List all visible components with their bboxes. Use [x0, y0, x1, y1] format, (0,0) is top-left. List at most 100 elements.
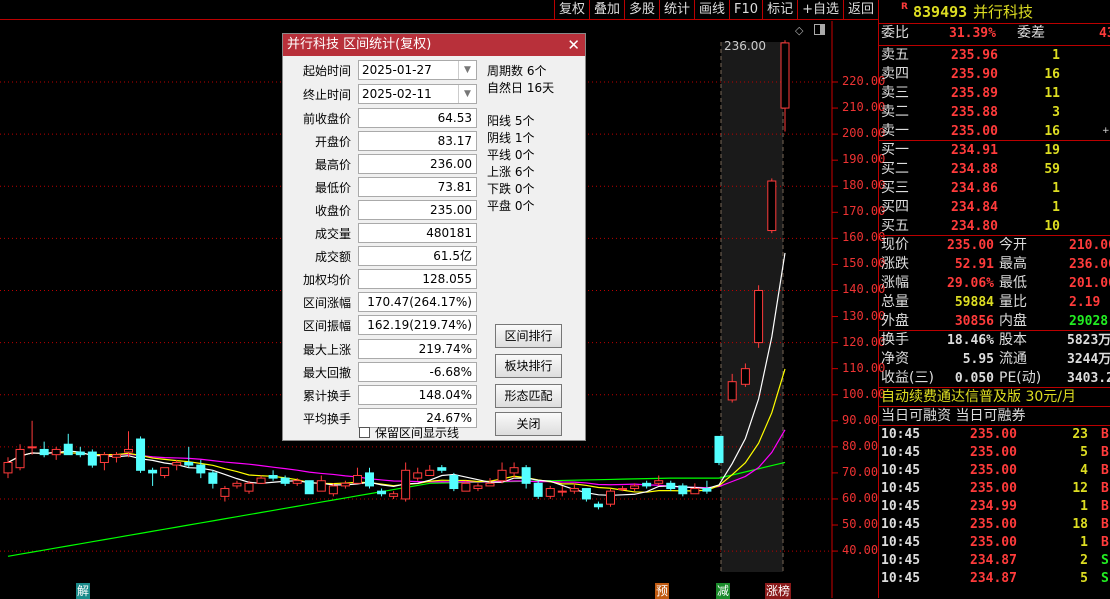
date-select[interactable]: 2025-02-11 ▼ — [358, 84, 477, 104]
candle-up[interactable] — [15, 448, 25, 469]
candle-down[interactable] — [63, 443, 73, 456]
event-marker[interactable]: 预 — [655, 583, 670, 599]
event-marker[interactable]: 涨榜 — [765, 583, 792, 599]
candle-up[interactable] — [754, 289, 764, 344]
toolbar-button[interactable]: 叠加 — [588, 0, 624, 20]
candle-up[interactable] — [485, 482, 495, 487]
candle-up[interactable] — [654, 480, 664, 484]
candle-down[interactable] — [593, 503, 603, 508]
candle-down[interactable] — [87, 451, 97, 466]
candle-count-info: 阳线 5个 — [487, 114, 535, 128]
stat-label: 最低价 — [314, 181, 351, 195]
candle-down[interactable] — [521, 467, 531, 484]
candle-up[interactable] — [767, 180, 777, 232]
candle-up[interactable] — [232, 482, 242, 487]
candle-down[interactable] — [208, 472, 218, 484]
candle-up[interactable] — [509, 467, 519, 474]
toolbar-button[interactable]: 返回 — [842, 0, 878, 20]
candle-down[interactable] — [280, 477, 290, 484]
candle-down[interactable] — [714, 435, 724, 463]
stat-label: 平均换手 — [302, 412, 351, 426]
event-marker[interactable]: 解 — [76, 583, 91, 599]
candle-up[interactable] — [606, 490, 615, 505]
candle-down[interactable] — [678, 485, 688, 495]
date-select[interactable]: 2025-01-27 ▼ — [358, 60, 477, 80]
candle-down[interactable] — [184, 461, 194, 466]
candle-up[interactable] — [256, 477, 266, 484]
candle-up[interactable] — [545, 488, 555, 497]
dropdown-arrow-icon[interactable]: ▼ — [458, 61, 476, 79]
candle-down[interactable] — [377, 490, 387, 495]
candle-down[interactable] — [666, 482, 676, 490]
candle-up[interactable] — [569, 488, 579, 492]
candle-down[interactable] — [268, 475, 278, 479]
event-marker[interactable]: 减 — [716, 583, 731, 599]
candle-up[interactable] — [389, 493, 399, 497]
dialog-button[interactable]: 形态匹配 — [495, 384, 562, 408]
candle-down[interactable] — [449, 475, 459, 490]
candle-up[interactable] — [3, 461, 13, 474]
candle-up[interactable] — [111, 454, 121, 458]
candle-up[interactable] — [124, 448, 133, 453]
candle-up[interactable] — [328, 485, 338, 495]
dialog-button[interactable]: 关闭 — [495, 412, 562, 436]
candle-up[interactable] — [557, 490, 567, 493]
dialog-button[interactable]: 板块排行 — [495, 354, 562, 378]
candle-up[interactable] — [160, 467, 170, 477]
candle-up[interactable] — [244, 482, 254, 492]
candle-up[interactable] — [99, 454, 109, 463]
candle-up[interactable] — [473, 485, 483, 490]
toolbar-button[interactable]: 复权 — [553, 0, 589, 20]
quote-row: 净资 5.95 流通 3244万 — [879, 350, 1110, 369]
candle-up[interactable] — [413, 472, 423, 479]
toolbar-button[interactable]: 多股 — [623, 0, 659, 20]
candle-up[interactable] — [740, 368, 750, 385]
candle-down[interactable] — [148, 469, 158, 474]
panel-toggle-icon[interactable] — [814, 24, 825, 35]
candle-up[interactable] — [630, 485, 640, 490]
candle-down[interactable] — [533, 482, 543, 497]
candle-up[interactable] — [618, 488, 628, 491]
candle-up[interactable] — [340, 482, 350, 487]
bid-row: 买三 234.86 1 — [879, 179, 1110, 198]
toolbar-button[interactable]: F10 — [729, 0, 762, 20]
candle-up[interactable] — [497, 469, 507, 482]
toolbar-button[interactable]: 画线 — [694, 0, 729, 20]
candle-down[interactable] — [437, 467, 447, 471]
candle-up[interactable] — [352, 475, 362, 484]
candle-up[interactable] — [316, 480, 326, 492]
candle-down[interactable] — [136, 438, 146, 471]
toolbar-button[interactable]: 标记 — [762, 0, 797, 20]
keep-interval-line-checkbox[interactable]: 保留区间显示线 — [359, 424, 459, 441]
candle-down[interactable] — [365, 472, 374, 487]
candle-up[interactable] — [220, 488, 230, 497]
candle-down[interactable] — [702, 488, 712, 492]
candle-down[interactable] — [75, 451, 85, 456]
candle-up[interactable] — [172, 461, 182, 466]
candle-up[interactable] — [51, 448, 61, 456]
value: 18.46% — [947, 333, 994, 348]
candle-up[interactable] — [27, 446, 37, 449]
candle-up[interactable] — [461, 482, 471, 492]
candle-down[interactable] — [304, 480, 314, 495]
candle-down[interactable] — [196, 464, 206, 474]
toolbar-button[interactable]: 统计 — [659, 0, 694, 20]
candle-up[interactable] — [780, 42, 790, 109]
candle-down[interactable] — [642, 482, 652, 487]
label: 外盘 — [881, 313, 909, 329]
settings-diamond-icon[interactable]: ◇ — [795, 24, 803, 37]
close-icon[interactable]: ✕ — [567, 34, 580, 56]
candle-up[interactable] — [727, 381, 737, 401]
dialog-title-bar[interactable]: 并行科技 区间统计(复权) ✕ — [283, 34, 585, 56]
toolbar-button[interactable]: +自选 — [797, 0, 843, 20]
value: 201.00 — [1069, 276, 1110, 291]
candle-up[interactable] — [401, 469, 411, 500]
candle-down[interactable] — [581, 488, 591, 500]
candle-up[interactable] — [690, 488, 700, 495]
candle-down[interactable] — [39, 448, 49, 456]
dropdown-arrow-icon[interactable]: ▼ — [458, 85, 476, 103]
candle-up[interactable] — [292, 480, 302, 484]
promo-banner[interactable]: 自动续费通达信普及版 30元/月 — [879, 388, 1110, 407]
candle-up[interactable] — [425, 469, 435, 477]
dialog-button[interactable]: 区间排行 — [495, 324, 562, 348]
